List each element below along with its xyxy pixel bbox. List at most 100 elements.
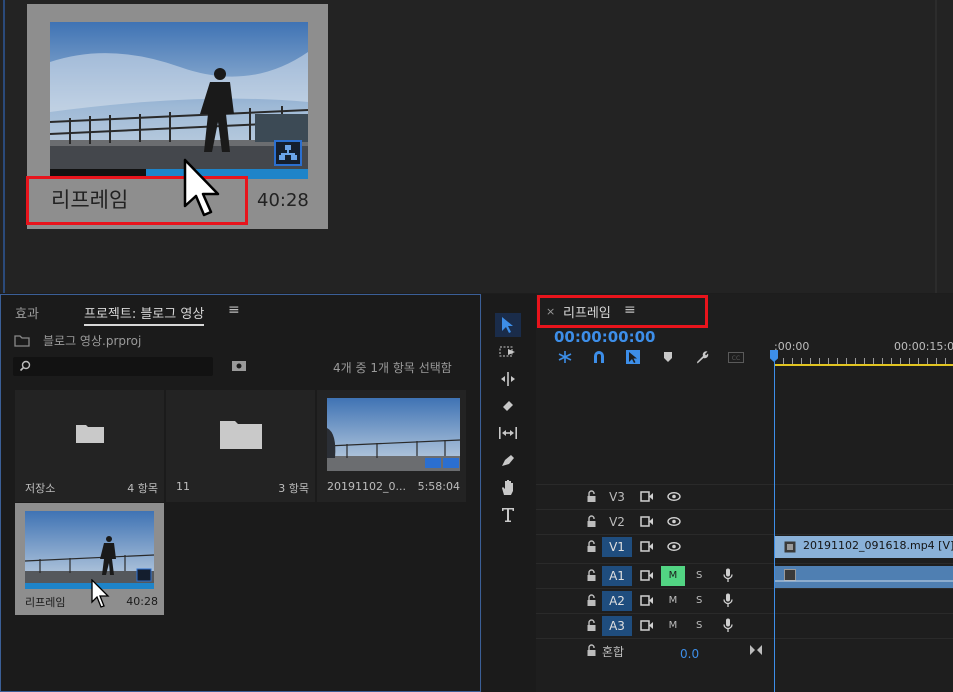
track-a1: A1 M S bbox=[536, 563, 953, 588]
tab-project[interactable]: 프로젝트: 블로그 영상 bbox=[84, 303, 205, 326]
bin-item-11[interactable]: 11 3 항목 bbox=[166, 390, 315, 502]
audio-clip[interactable] bbox=[774, 566, 953, 588]
sync-lock-icon[interactable] bbox=[640, 516, 654, 527]
mute-button[interactable]: M bbox=[661, 566, 685, 586]
playhead-line[interactable] bbox=[774, 350, 775, 692]
type-icon bbox=[502, 507, 514, 522]
slip-tool[interactable] bbox=[495, 421, 521, 445]
hand-icon bbox=[502, 479, 513, 495]
linked-selection-icon bbox=[626, 350, 640, 364]
zoomed-preview-area: 리프레임 40:28 bbox=[0, 0, 953, 293]
sync-lock-icon[interactable] bbox=[640, 541, 654, 552]
track-name[interactable]: A3 bbox=[602, 616, 632, 636]
bin-item-sequence[interactable]: 리프레임 40:28 bbox=[15, 503, 164, 615]
slip-icon bbox=[499, 427, 517, 439]
timeline-settings-button[interactable] bbox=[693, 349, 711, 365]
track-name[interactable]: V1 bbox=[602, 537, 632, 557]
lock-icon[interactable] bbox=[587, 569, 596, 582]
video-clip[interactable]: 20191102_091618.mp4 [V] bbox=[774, 536, 953, 558]
playhead-timecode[interactable]: 00:00:00:00 bbox=[554, 328, 656, 346]
work-area-bar[interactable] bbox=[774, 364, 953, 366]
time-ruler[interactable]: :00:00 00:00:15:00 bbox=[774, 334, 953, 366]
divider bbox=[935, 0, 937, 293]
zoomed-sequence-duration: 40:28 bbox=[257, 190, 309, 211]
ruler-label-15s: 00:00:15:00 bbox=[894, 340, 953, 353]
type-tool[interactable] bbox=[495, 502, 521, 526]
bin-item-label: 20191102_0... bbox=[327, 480, 406, 493]
microphone-icon[interactable] bbox=[723, 568, 733, 583]
track-name[interactable]: V3 bbox=[602, 487, 632, 507]
sync-lock-icon[interactable] bbox=[640, 491, 654, 502]
lock-icon[interactable] bbox=[587, 515, 596, 528]
pen-tool[interactable] bbox=[495, 448, 521, 472]
clip-thumbnail bbox=[327, 398, 460, 471]
solo-button[interactable]: S bbox=[696, 566, 702, 586]
ruler-label-start: :00:00 bbox=[774, 340, 810, 353]
search-input[interactable] bbox=[13, 357, 213, 376]
mouse-cursor-icon bbox=[183, 158, 220, 217]
track-header: A1 M S bbox=[536, 564, 773, 588]
lock-icon[interactable] bbox=[587, 594, 596, 607]
track-header: V2 bbox=[536, 510, 773, 534]
bin-item-count: 3 항목 bbox=[278, 482, 309, 495]
track-v2: V2 bbox=[536, 509, 953, 534]
linked-selection-button[interactable] bbox=[624, 349, 642, 365]
razor-tool[interactable] bbox=[495, 394, 521, 418]
bin-item-label: 리프레임 bbox=[25, 596, 66, 609]
microphone-icon[interactable] bbox=[723, 593, 733, 608]
sync-lock-icon[interactable] bbox=[640, 595, 654, 606]
lock-icon[interactable] bbox=[587, 490, 596, 503]
track-header: A2 M S bbox=[536, 589, 773, 613]
eye-icon[interactable] bbox=[667, 492, 681, 501]
bin-item-storage[interactable]: 저장소 4 항목 bbox=[15, 390, 164, 502]
mute-button[interactable]: M bbox=[661, 591, 685, 611]
track-name[interactable]: V2 bbox=[602, 512, 632, 532]
track-a2: A2 M S bbox=[536, 588, 953, 613]
panel-menu-icon[interactable]: ≡ bbox=[228, 302, 240, 318]
new-search-bin-icon[interactable] bbox=[231, 359, 247, 372]
bin-item-clip[interactable]: 20191102_0... 5:58:04 bbox=[317, 390, 466, 502]
lock-icon[interactable] bbox=[587, 540, 596, 553]
mute-button[interactable]: M bbox=[661, 616, 685, 636]
solo-button[interactable]: S bbox=[696, 616, 702, 636]
track-a3: A3 M S bbox=[536, 613, 953, 638]
hand-tool[interactable] bbox=[495, 475, 521, 499]
mix-label: 혼합 bbox=[602, 645, 625, 659]
nest-toggle-button[interactable] bbox=[556, 349, 574, 365]
bin-item-count: 4 항목 bbox=[127, 482, 158, 495]
eye-icon[interactable] bbox=[667, 542, 681, 551]
microphone-icon[interactable] bbox=[723, 618, 733, 633]
timeline-panel: × 리프레임 ≡ 00:00:00:00 CC :00:00 00:00:15:… bbox=[536, 294, 953, 692]
magnet-icon bbox=[594, 351, 604, 363]
lock-icon[interactable] bbox=[587, 619, 596, 632]
mix-volume-value[interactable]: 0.0 bbox=[680, 647, 699, 661]
track-header: V1 bbox=[536, 535, 773, 559]
project-panel: 효과 프로젝트: 블로그 영상 ≡ 블로그 영상.prproj 4개 중 1개 … bbox=[0, 294, 481, 692]
folder-icon bbox=[76, 425, 104, 443]
ripple-edit-icon bbox=[501, 372, 515, 386]
sync-lock-icon[interactable] bbox=[640, 620, 654, 631]
mouse-cursor-icon bbox=[91, 579, 110, 608]
track-header: A3 M S bbox=[536, 614, 773, 638]
go-to-end-icon[interactable] bbox=[750, 645, 762, 655]
tab-effects[interactable]: 효과 bbox=[15, 303, 39, 322]
track-header: 혼합 0.0 bbox=[536, 639, 773, 663]
captions-button[interactable]: CC bbox=[727, 349, 745, 365]
lock-icon[interactable] bbox=[587, 644, 596, 657]
track-mix: 혼합 0.0 bbox=[536, 638, 953, 663]
ripple-edit-tool[interactable] bbox=[495, 367, 521, 391]
solo-button[interactable]: S bbox=[696, 591, 702, 611]
tools-panel bbox=[482, 294, 536, 692]
track-name[interactable]: A1 bbox=[602, 566, 632, 586]
bin-item-duration: 5:58:04 bbox=[417, 480, 460, 493]
track-name[interactable]: A2 bbox=[602, 591, 632, 611]
track-select-tool[interactable] bbox=[495, 340, 521, 364]
track-v1: V1 20191102_091618.mp4 [V] bbox=[536, 534, 953, 559]
sync-lock-icon[interactable] bbox=[640, 570, 654, 581]
add-marker-button[interactable] bbox=[659, 349, 677, 365]
eye-icon[interactable] bbox=[667, 517, 681, 526]
sequence-thumbnail bbox=[50, 22, 308, 175]
selection-tool[interactable] bbox=[495, 313, 521, 337]
track-select-icon bbox=[499, 346, 515, 357]
snap-button[interactable] bbox=[590, 349, 608, 365]
